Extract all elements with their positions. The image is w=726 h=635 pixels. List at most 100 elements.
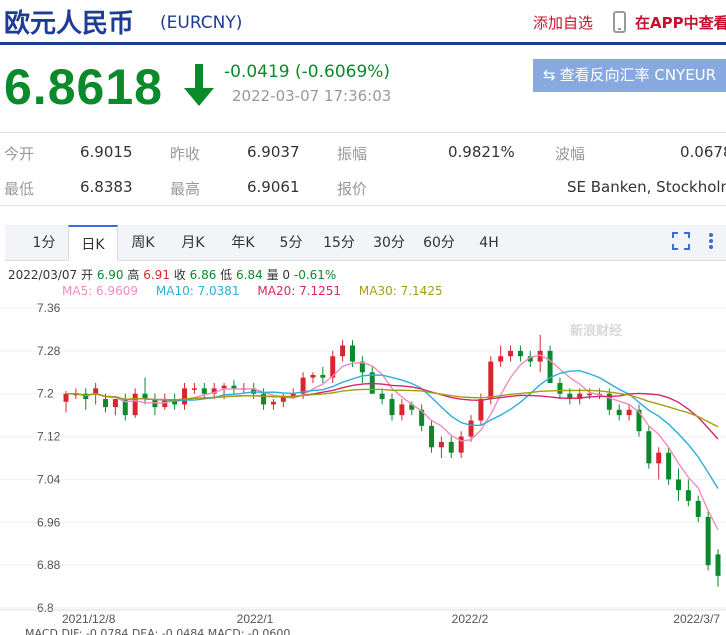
y-tick-label: 7.2 — [37, 387, 54, 401]
stat-value-prev-close: 6.9037 — [247, 143, 300, 161]
candle-body — [695, 500, 701, 517]
tab-4h[interactable]: 4H — [471, 225, 507, 261]
candle-body — [616, 409, 622, 416]
stats-divider-bottom — [0, 205, 726, 206]
tab-1min[interactable]: 1分 — [25, 225, 63, 261]
stat-value-open: 6.9015 — [80, 143, 133, 161]
legend-ma10: MA10: 7.0381 — [155, 284, 240, 298]
stat-value-low: 6.8383 — [80, 178, 133, 196]
y-tick-label: 6.96 — [37, 515, 61, 529]
candle-body — [715, 554, 721, 576]
currency-code: (EURCNY) — [160, 13, 243, 33]
tab-monthly-k[interactable]: 月K — [173, 225, 213, 261]
legend-vol-label: 量 — [266, 268, 279, 282]
candle-body — [675, 479, 681, 491]
candle-body — [93, 388, 99, 394]
candle-body — [399, 404, 405, 416]
stat-label-prev-close: 昨收 — [170, 145, 201, 163]
tab-yearly-k[interactable]: 年K — [223, 225, 263, 261]
legend-vol: 0 — [282, 268, 291, 282]
stat-value-amplitude: 0.9821% — [448, 143, 515, 161]
header-divider — [0, 42, 726, 45]
reverse-rate-button[interactable]: ⇆ 查看反向汇率 CNYEUR — [533, 59, 726, 92]
period-tabs: 1分 日K 周K 月K 年K 5分 15分 30分 60分 4H — [5, 225, 726, 261]
ma5-line — [66, 354, 719, 531]
candle-body — [508, 350, 514, 357]
candle-body — [557, 383, 563, 394]
candle-body — [270, 401, 276, 405]
candle-body — [103, 399, 109, 408]
legend-high: 6.91 — [143, 268, 170, 282]
candle-body — [191, 388, 197, 390]
tab-15min[interactable]: 15分 — [319, 225, 359, 261]
candle-body — [261, 393, 267, 405]
ohlc-legend: 2022/03/07 开 6.90 高 6.91 收 6.86 低 6.84 量… — [8, 266, 336, 283]
ma-legend: MA5: 6.9609 MA10: 7.0381 MA20: 7.1251 MA… — [62, 284, 443, 298]
stat-value-range: 0.0678 — [680, 143, 726, 161]
fullscreen-icon[interactable] — [672, 232, 690, 250]
legend-close: 6.86 — [189, 268, 217, 282]
tab-30min[interactable]: 30分 — [369, 225, 409, 261]
candle-body — [429, 425, 435, 448]
candle-body — [182, 388, 188, 405]
candle-body — [705, 516, 711, 566]
x-tick-label: 2022/2 — [452, 612, 489, 623]
legend-close-label: 收 — [173, 268, 186, 282]
y-tick-label: 7.36 — [37, 301, 61, 315]
tab-daily-k[interactable]: 日K — [68, 225, 118, 261]
candle-body — [132, 393, 138, 416]
legend-low-label: 低 — [220, 268, 233, 282]
watermark-logo: 新浪财经 — [570, 324, 623, 339]
candle-body — [646, 431, 652, 464]
macd-readout: MACD DIF: -0.0784 DEA: -0.0484 MACD: -0.… — [25, 627, 291, 635]
candle-body — [438, 441, 444, 448]
candle-body — [112, 399, 118, 408]
tab-60min[interactable]: 60分 — [419, 225, 459, 261]
candle-body — [201, 388, 207, 394]
x-tick-label: 2022/3/7 — [673, 612, 720, 623]
legend-ma30: MA30: 7.1425 — [358, 284, 443, 298]
legend-pct: -0.61% — [293, 268, 337, 282]
stat-value-quote-source: SE Banken, Stockholm — [567, 178, 726, 196]
stats-divider-top — [0, 132, 726, 133]
stat-value-high: 6.9061 — [247, 178, 300, 196]
price-change: -0.0419 (-0.6069%) — [224, 62, 391, 82]
more-options-icon[interactable] — [706, 232, 716, 250]
candle-body — [468, 420, 474, 437]
tab-weekly-k[interactable]: 周K — [123, 225, 163, 261]
candle-body — [310, 374, 316, 378]
candle-body — [340, 345, 346, 357]
stat-label-low: 最低 — [4, 180, 35, 198]
candle-body — [221, 385, 227, 389]
legend-open-label: 开 — [81, 268, 94, 282]
y-tick-label: 6.88 — [37, 558, 61, 572]
view-in-app-link[interactable]: 在APP中查看 — [635, 12, 726, 33]
candle-body — [379, 393, 385, 400]
candle-body — [448, 441, 454, 453]
reverse-rate-label: 查看反向汇率 CNYEUR — [559, 66, 717, 84]
y-tick-label: 7.28 — [37, 344, 61, 358]
y-tick-label: 7.12 — [37, 430, 61, 444]
legend-date: 2022/03/07 — [8, 268, 78, 282]
candle-body — [320, 374, 326, 378]
candle-body — [517, 350, 523, 357]
legend-open: 6.90 — [96, 268, 124, 282]
add-watchlist-button[interactable]: 添加自选 — [533, 12, 593, 33]
stat-label-amplitude: 振幅 — [337, 145, 368, 163]
stat-label-high: 最高 — [170, 180, 201, 198]
phone-icon — [613, 11, 626, 33]
swap-icon: ⇆ — [543, 66, 556, 84]
candle-body — [666, 452, 672, 480]
legend-ma20: MA20: 7.1251 — [257, 284, 342, 298]
legend-ma5: MA5: 6.9609 — [62, 284, 139, 298]
tab-5min[interactable]: 5分 — [273, 225, 309, 261]
stat-label-open: 今开 — [4, 145, 35, 163]
page-title: 欧元人民币 — [4, 9, 135, 39]
candle-body — [626, 409, 632, 416]
candle-body — [685, 490, 691, 501]
candle-body — [231, 385, 237, 389]
candle-body — [478, 399, 484, 421]
quote-timestamp: 2022-03-07 17:36:03 — [232, 87, 392, 105]
y-tick-label: 7.04 — [37, 472, 61, 486]
candlestick-chart[interactable]: 7.36 7.28 7.2 7.12 7.04 6.96 6.88 6.8 2021/12/8 2… — [0, 298, 726, 623]
